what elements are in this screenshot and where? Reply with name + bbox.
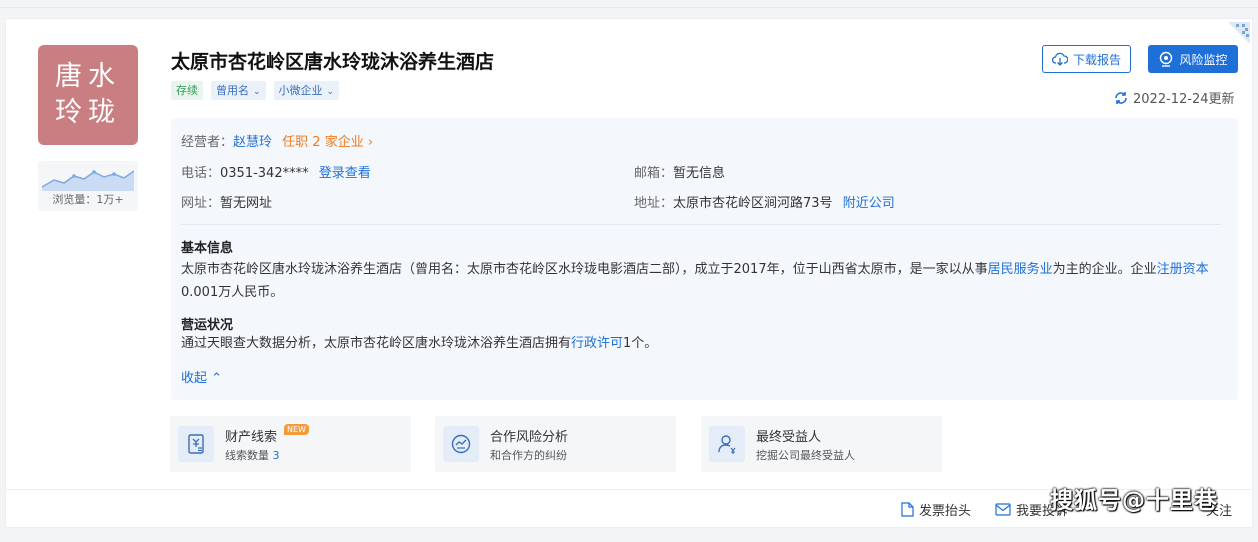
cooperation-risk-card[interactable]: 合作风险分析 和合作方的纠纷 <box>435 416 676 472</box>
info-panel: 经营者：赵慧玲 任职 2 家企业 › 电话：0351-342**** 登录查看 … <box>171 118 1238 400</box>
update-date: 2022-12-24更新 <box>1133 92 1235 107</box>
basic-info-text: 太原市杏花岭区唐水玲珑沐浴养生酒店（曾用名：太原市杏花岭区水玲珑电影酒店二部），… <box>181 258 1221 304</box>
nearby-companies-link[interactable]: 附近公司 <box>843 196 895 211</box>
phone-row: 电话：0351-342**** 登录查看 <box>181 162 371 181</box>
company-tags: 存续 曾用名 ⌄ 小微企业 ⌄ <box>171 81 340 100</box>
phone-label: 电话： <box>181 166 221 181</box>
document-icon <box>901 502 914 517</box>
chevron-right-icon: › <box>363 135 374 150</box>
cloud-download-icon <box>1051 52 1068 66</box>
clue-count-value: 3 <box>272 449 280 462</box>
logo-text-line2: 玲珑 <box>55 97 121 128</box>
logo-text-line1: 唐水 <box>55 61 121 92</box>
website-value: 暂无网址 <box>220 196 273 211</box>
invoice-header-label: 发票抬头 <box>919 504 972 519</box>
collapse-label: 收起 <box>181 371 208 386</box>
operator-roles-text: 任职 2 家企业 <box>282 135 364 150</box>
beneficiary-person-icon <box>709 426 745 462</box>
former-name-label: 曾用名 <box>216 84 249 97</box>
top-strip <box>0 0 1258 8</box>
chevron-down-icon: ⌄ <box>326 87 335 97</box>
address-value: 太原市杏花岭区涧河路73号 <box>673 196 833 211</box>
status-badge: 存续 <box>171 81 203 100</box>
operations-text: 通过天眼查大数据分析，太原市杏花岭区唐水玲珑沐浴养生酒店拥有行政许可1个。 <box>181 332 1221 355</box>
operator-label: 经营者： <box>181 135 234 150</box>
address-row: 地址：太原市杏花岭区涧河路73号 附近公司 <box>634 192 895 211</box>
registered-capital-link[interactable]: 注册资本 <box>1157 262 1209 277</box>
refresh-icon <box>1115 91 1127 104</box>
download-report-label: 下载报告 <box>1072 52 1121 67</box>
basic-info-part1: 太原市杏花岭区唐水玲珑沐浴养生酒店（曾用名：太原市杏花岭区水玲珑电影酒店二部），… <box>181 262 988 277</box>
risk-monitor-button[interactable]: 风险监控 <box>1148 45 1238 73</box>
phone-value: 0351-342**** <box>220 166 309 181</box>
invoice-header-button[interactable]: 发票抬头 <box>901 500 971 519</box>
property-clues-card[interactable]: 财产线索 NEW 线索数量 3 <box>170 416 411 472</box>
website-label: 网址： <box>181 196 221 211</box>
sohu-watermark: 搜狐号@十里巷 <box>1050 488 1218 514</box>
operator-name-link[interactable]: 赵慧玲 <box>233 135 272 150</box>
beneficiary-title: 最终受益人 <box>756 430 822 445</box>
email-row: 邮箱：暂无信息 <box>634 162 725 181</box>
clue-count-label: 线索数量 <box>225 449 269 462</box>
beneficiary-card[interactable]: 最终受益人 挖掘公司最终受益人 <box>701 416 942 472</box>
resident-service-link[interactable]: 居民服务业 <box>988 262 1053 277</box>
property-clues-sub: 线索数量 3 <box>225 447 280 463</box>
admin-license-link[interactable]: 行政许可 <box>571 336 623 351</box>
cooperation-risk-sub: 和合作方的纠纷 <box>490 449 567 462</box>
basic-info-title: 基本信息 <box>181 241 234 256</box>
operations-part1: 通过天眼查大数据分析，太原市杏花岭区唐水玲珑沐浴养生酒店拥有 <box>181 336 572 351</box>
chevron-up-icon: ⌃ <box>207 371 223 386</box>
address-label: 地址： <box>634 196 674 211</box>
property-clues-icon <box>178 426 214 462</box>
basic-info-part3: 0.001万人民币。 <box>181 285 284 300</box>
small-business-tag[interactable]: 小微企业 ⌄ <box>273 81 340 100</box>
property-clues-title: 财产线索 <box>225 430 278 445</box>
beneficiary-sub: 挖掘公司最终受益人 <box>756 449 855 462</box>
info-divider <box>181 224 1221 225</box>
views-widget: 浏览量：1万+ <box>38 161 138 211</box>
email-label: 邮箱： <box>634 166 674 181</box>
operator-roles-link[interactable]: 任职 2 家企业 › <box>282 135 373 150</box>
website-row: 网址：暂无网址 <box>181 192 272 211</box>
company-logo: 唐水 玲珑 <box>38 45 138 145</box>
cooperation-risk-icon <box>443 426 479 462</box>
camera-monitor-icon <box>1160 51 1173 67</box>
views-count: 浏览量：1万+ <box>52 193 124 206</box>
former-name-tag[interactable]: 曾用名 ⌄ <box>211 81 266 100</box>
operations-title: 营运状况 <box>181 318 234 333</box>
basic-info-part2: 为主的企业。企业 <box>1052 262 1157 277</box>
mail-icon <box>995 503 1011 516</box>
collapse-link[interactable]: 收起 ⌃ <box>181 367 222 386</box>
operations-part2: 1个。 <box>623 336 658 351</box>
small-business-label: 小微企业 <box>278 84 323 97</box>
company-name: 太原市杏花岭区唐水玲珑沐浴养生酒店 <box>171 51 495 73</box>
chevron-down-icon: ⌄ <box>253 87 261 97</box>
update-info[interactable]: 2022-12-24更新 <box>1114 88 1235 107</box>
new-badge: NEW <box>284 424 309 435</box>
operator-row: 经营者：赵慧玲 任职 2 家企业 › <box>181 131 373 150</box>
cooperation-risk-title: 合作风险分析 <box>490 430 569 445</box>
login-view-link[interactable]: 登录查看 <box>319 166 371 181</box>
company-card: 唐水 玲珑 浏览量：1万+ 太原市杏花岭区唐水玲珑沐浴养生酒店 存续 曾用名 ⌄ … <box>5 18 1253 528</box>
risk-monitor-label: 风险监控 <box>1179 52 1228 67</box>
qr-code-corner-icon[interactable] <box>1228 22 1250 44</box>
email-value: 暂无信息 <box>673 166 726 181</box>
download-report-button[interactable]: 下载报告 <box>1042 45 1131 73</box>
views-sparkline-icon <box>42 170 134 191</box>
